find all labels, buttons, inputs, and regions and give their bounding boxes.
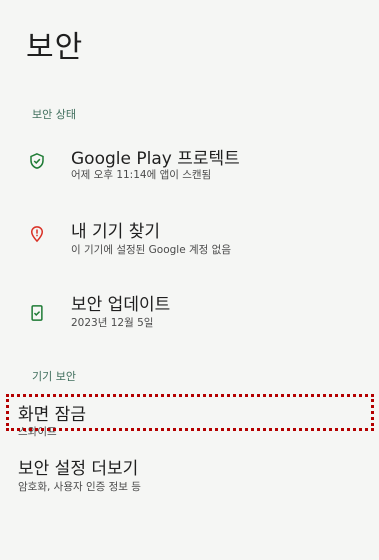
find-my-device-item[interactable]: 내 기기 찾기 이 기기에 설정된 Google 계정 없음: [0, 212, 379, 262]
item-title: 보안 설정 더보기: [18, 459, 139, 479]
section-header-device-security: 기기 보안: [32, 370, 76, 383]
item-subtitle: 이 기기에 설정된 Google 계정 없음: [71, 244, 231, 256]
more-security-settings-item[interactable]: 보안 설정 더보기 암호화, 사용자 인증 정보 등: [0, 454, 379, 494]
page-title: 보안: [26, 30, 84, 65]
item-subtitle: 어제 오후 11:14에 앱이 스캔됨: [71, 169, 212, 181]
item-title: 내 기기 찾기: [71, 222, 161, 242]
item-title: 보안 업데이트: [71, 295, 171, 315]
item-title: 화면 잠금: [18, 405, 86, 425]
phone-check-icon: [31, 305, 43, 321]
shield-check-icon: [30, 153, 44, 169]
item-subtitle: 스와이프: [18, 426, 57, 438]
screen-lock-item[interactable]: 화면 잠금 스와이프: [0, 396, 379, 438]
google-play-protect-item[interactable]: Google Play 프로텍트 어제 오후 11:14에 앱이 스캔됨: [0, 140, 379, 188]
item-subtitle: 암호화, 사용자 인증 정보 등: [18, 481, 141, 493]
location-alert-icon: [30, 226, 44, 243]
section-header-security-status: 보안 상태: [32, 108, 76, 121]
item-subtitle: 2023년 12월 5일: [71, 317, 154, 329]
security-update-item[interactable]: 보안 업데이트 2023년 12월 5일: [0, 286, 379, 334]
item-title: Google Play 프로텍트: [71, 149, 240, 169]
security-settings-screen: 보안 보안 상태 Google Play 프로텍트 어제 오후 11:14에 앱…: [0, 0, 379, 560]
